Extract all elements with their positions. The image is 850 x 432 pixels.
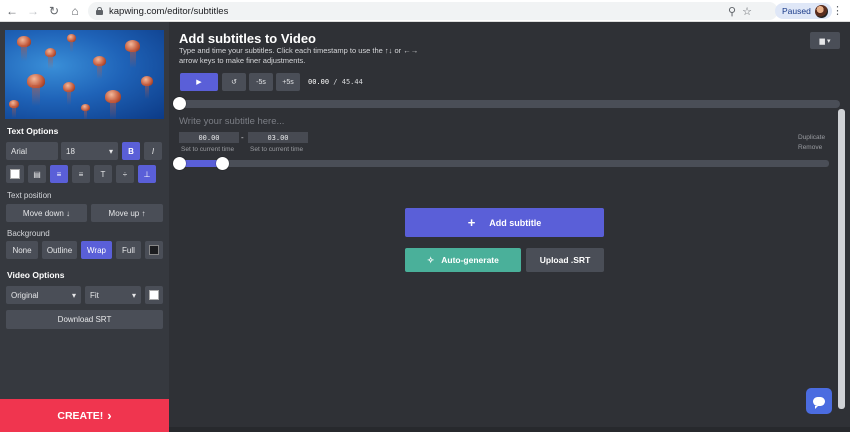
bg-none-button[interactable]: None xyxy=(6,241,38,259)
main-panel: Add subtitles to Video Type and time you… xyxy=(169,22,850,432)
add-subtitle-button[interactable]: + Add subtitle xyxy=(405,208,604,237)
back-icon[interactable]: ← xyxy=(3,2,21,20)
restart-button[interactable]: ↺ xyxy=(222,73,246,91)
text-options-title: Text Options xyxy=(7,126,59,136)
valign-middle-button[interactable]: ÷ xyxy=(116,165,134,183)
paused-label: Paused xyxy=(782,6,811,16)
upload-srt-button[interactable]: Upload .SRT xyxy=(526,248,604,272)
page-title: Add subtitles to Video xyxy=(179,31,316,46)
align-left-button[interactable]: ▤ xyxy=(28,165,46,183)
avatar xyxy=(814,4,828,18)
sidebar: Text Options Arial 18 B I ▤ ≡ ≡ T ÷ ⊥ Te… xyxy=(0,22,169,432)
black-swatch xyxy=(149,245,159,255)
auto-generate-label: Auto-generate xyxy=(441,255,499,265)
browser-toolbar: ← → ↻ ⌂ kapwing.com/editor/subtitles ⚲ ☆… xyxy=(0,0,850,22)
address-bar[interactable]: kapwing.com/editor/subtitles xyxy=(88,2,778,20)
move-up-button[interactable]: Move up ↑ xyxy=(91,204,163,222)
white-swatch xyxy=(149,290,159,300)
page-description: Type and time your subtitles. Click each… xyxy=(179,46,419,65)
video-bg-color-button[interactable] xyxy=(145,286,163,304)
timeline-track[interactable] xyxy=(179,100,840,108)
bg-wrap-button[interactable]: Wrap xyxy=(81,241,112,259)
bold-button[interactable]: B xyxy=(122,142,140,160)
text-color-button[interactable] xyxy=(6,165,24,183)
end-time-input[interactable]: 03.00 xyxy=(248,132,308,143)
video-options-title: Video Options xyxy=(7,270,65,280)
back-5s-button[interactable]: -5s xyxy=(249,73,273,91)
white-swatch xyxy=(10,169,20,179)
chat-icon xyxy=(813,396,825,409)
auto-generate-button[interactable]: ✧ Auto-generate xyxy=(405,248,521,272)
magic-wand-icon: ✧ xyxy=(427,254,435,265)
chat-button[interactable] xyxy=(806,388,832,414)
scrollbar[interactable] xyxy=(838,109,845,409)
reload-icon[interactable]: ↻ xyxy=(45,2,63,20)
italic-button[interactable]: I xyxy=(144,142,162,160)
time-dash: - xyxy=(241,133,244,142)
subtitle-input[interactable]: Write your subtitle here... xyxy=(179,116,284,127)
zoom-icon[interactable]: ⚲ xyxy=(728,5,736,18)
forward-icon[interactable]: → xyxy=(24,2,42,20)
bg-color-button[interactable] xyxy=(145,241,163,259)
set-start-current-link[interactable]: Set to current time xyxy=(181,146,234,153)
add-subtitle-label: Add subtitle xyxy=(489,217,542,228)
fit-select[interactable]: Fit xyxy=(85,286,141,304)
time-separator: / xyxy=(333,78,338,86)
play-button[interactable]: ▶ xyxy=(180,73,218,91)
subtitle-range-track[interactable] xyxy=(179,160,829,167)
url-text: kapwing.com/editor/subtitles xyxy=(109,5,229,17)
bg-outline-button[interactable]: Outline xyxy=(42,241,77,259)
range-end-handle[interactable] xyxy=(216,157,229,170)
star-icon[interactable]: ☆ xyxy=(742,5,752,18)
background-title: Background xyxy=(7,229,50,238)
video-thumbnail[interactable] xyxy=(5,30,164,119)
profile-paused-button[interactable]: Paused xyxy=(775,3,832,19)
bottom-strip xyxy=(169,427,850,432)
set-end-current-link[interactable]: Set to current time xyxy=(250,146,303,153)
bg-full-button[interactable]: Full xyxy=(116,241,141,259)
chevron-right-icon: › xyxy=(107,408,112,423)
plus-icon: + xyxy=(467,215,476,230)
create-button[interactable]: CREATE! › xyxy=(0,399,169,432)
duplicate-link[interactable]: Duplicate xyxy=(798,134,825,141)
move-down-button[interactable]: Move down ↓ xyxy=(6,204,87,222)
valign-bottom-button[interactable]: ⊥ xyxy=(138,165,156,183)
download-srt-button[interactable]: Download SRT xyxy=(6,310,163,329)
range-start-handle[interactable] xyxy=(173,157,186,170)
home-icon[interactable]: ⌂ xyxy=(66,2,84,20)
create-label: CREATE! xyxy=(57,409,104,422)
remove-link[interactable]: Remove xyxy=(798,144,822,151)
text-position-title: Text position xyxy=(7,191,52,200)
font-size-select[interactable]: 18 xyxy=(61,142,118,160)
chevron-down-icon: ▾ xyxy=(826,37,831,45)
playback-time: 00.00 / 45.44 xyxy=(308,78,363,86)
align-right-button[interactable]: ≡ xyxy=(72,165,90,183)
forward-5s-button[interactable]: +5s xyxy=(276,73,300,91)
lock-icon xyxy=(96,7,103,15)
jellyfish-image xyxy=(17,36,31,62)
aspect-ratio-select[interactable]: Original xyxy=(6,286,81,304)
font-select[interactable]: Arial xyxy=(6,142,58,160)
folder-icon: ▆ xyxy=(819,37,825,45)
current-time: 00.00 xyxy=(308,78,330,86)
menu-dots-icon[interactable]: ⋮ xyxy=(832,4,843,18)
align-center-button[interactable]: ≡ xyxy=(50,165,68,183)
total-time: 45.44 xyxy=(341,78,363,86)
folder-menu-button[interactable]: ▆ ▾ xyxy=(810,32,840,49)
timeline-playhead[interactable] xyxy=(173,97,186,110)
start-time-input[interactable]: 00.00 xyxy=(179,132,239,143)
valign-top-button[interactable]: T xyxy=(94,165,112,183)
